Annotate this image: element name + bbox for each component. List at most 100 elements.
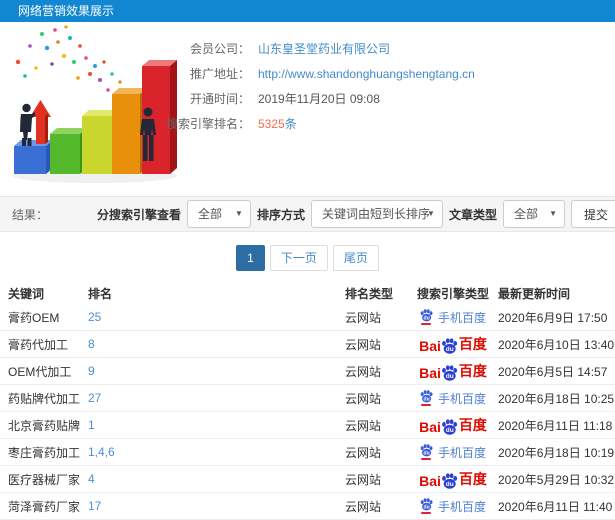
table-row: 菏泽膏药厂家 17 云网站 du 手机百度 2020年6月11日 11:40 [0,493,615,520]
baidu-logo-latin: Bai [419,338,441,354]
engine-cell: du 手机百度 Bai du 百度 [408,390,498,407]
header-rank-type: 排名类型 [345,287,394,301]
submit-button[interactable]: 提交 [570,200,615,228]
page-title: 网络营销效果展示 [18,4,115,18]
company-link[interactable]: 山东皇圣堂药业有限公司 [258,40,390,59]
table-row: OEM代加工 9 云网站 du 手机百度 [0,358,615,385]
filter-controls: 分搜索引擎查看 全部 ▼ 排序方式 关键词由短到长排序 ▼ 文章类型 全部 ▼ … [97,200,615,228]
rank-link[interactable]: 1 [88,418,95,432]
page-1-button[interactable]: 1 [236,245,265,271]
table-row: 北京膏药贴牌 1 云网站 du 手机百度 [0,412,615,439]
info-row-open-time: 开通时间： 2019年11月20日 09:08 [0,90,615,109]
baidu-paw-icon: du [420,444,433,460]
svg-text:du: du [424,504,430,510]
paw-underline [421,512,432,514]
baidu-logo: Bai du 百度 [419,361,487,381]
engine-cell: du 手机百度 Bai du 百度 [408,444,498,461]
keyword-cell: 北京膏药贴牌 [8,418,81,433]
article-type-select-value: 全部 [513,207,538,221]
svg-text:du: du [446,373,454,380]
rank-link[interactable]: 9 [88,364,95,378]
header-keyword: 关键词 [8,287,45,301]
company-label: 会员公司： [189,42,250,56]
sort-select[interactable]: 关键词由短到长排序 ▼ [310,200,443,228]
updated-cell: 2020年6月10日 13:40 [498,337,615,352]
engine-cell: du 手机百度 Bai du 百度 [408,469,498,489]
engine-cell: du 手机百度 Bai du 百度 [408,334,498,354]
rank-count-suffix: 条 [284,117,297,131]
rank-link[interactable]: 27 [88,391,101,405]
rank-link[interactable]: 1,4,6 [88,445,115,459]
mobile-baidu-icon: du 手机百度 [420,498,486,515]
baidu-logo-latin: Bai [419,473,441,489]
paw-underline [421,323,432,325]
updated-cell: 2020年5月29日 10:32 [498,472,615,487]
hero-section: 会员公司： 山东皇圣堂药业有限公司 推广地址： http://www.shand… [0,22,615,196]
updated-cell: 2020年6月5日 14:57 [498,364,608,379]
chevron-down-icon: ▼ [549,209,557,218]
baidu-logo-cn: 百度 [458,471,487,487]
promo-url-label: 推广地址： [189,67,250,81]
table-body: 膏药OEM 25 云网站 du 手机百度 2020年6月9日 17:50 膏药代… [0,304,615,520]
chevron-down-icon: ▼ [427,209,435,218]
keyword-cell: 医疗器械厂家 [8,472,81,487]
promo-url-link[interactable]: http://www.shandonghuangshengtang.cn [258,65,475,84]
mobile-baidu-label: 手机百度 [437,391,486,406]
header-rank: 排名 [88,287,113,301]
mobile-baidu-icon: du 手机百度 [420,444,486,461]
next-page-button[interactable]: 下一页 [269,245,328,271]
table-row: 药贴牌代加工 27 云网站 du 手机百度 2020年6月18日 10:25 [0,385,615,412]
rank-link[interactable]: 8 [88,337,95,351]
rank-type-cell: 云网站 [345,391,382,406]
keyword-cell: 菏泽膏药厂家 [8,499,81,514]
baidu-paw-icon: du [420,390,433,406]
keyword-rank-table: 关键词 排名 排名类型 搜索引擎类型 最新更新时间 膏药OEM 25 云网站 d… [0,284,615,520]
rank-count-label: 搜索引擎排名： [165,117,250,131]
svg-text:du: du [424,450,430,456]
last-page-button[interactable]: 尾页 [332,245,379,271]
table-row: 膏药OEM 25 云网站 du 手机百度 2020年6月9日 17:50 [0,304,615,331]
updated-cell: 2020年6月18日 10:25 [498,391,615,406]
engine-cell: du 手机百度 Bai du 百度 [408,309,498,326]
baidu-logo-latin: Bai [419,419,441,435]
info-row-url: 推广地址： http://www.shandonghuangshengtang.… [0,65,615,84]
bar-blue [14,140,53,174]
page: { "header": { "title": "网络营销效果展示" }, "in… [0,0,615,520]
rank-link[interactable]: 25 [88,310,101,324]
rank-link[interactable]: 4 [88,472,95,486]
paw-underline [421,404,432,406]
svg-text:du: du [424,315,430,321]
header-engine-type: 搜索引擎类型 [416,287,489,301]
open-time-label: 开通时间： [189,92,250,106]
baidu-logo: Bai du 百度 [419,415,487,435]
baidu-paw-icon: du [441,365,457,381]
mobile-baidu-label: 手机百度 [437,499,486,514]
baidu-paw-icon: du [441,419,457,435]
rank-type-cell: 云网站 [345,472,382,487]
baidu-logo-cn: 百度 [458,417,487,433]
rank-link[interactable]: 17 [88,499,101,513]
info-row-company: 会员公司： 山东皇圣堂药业有限公司 [0,40,615,59]
keyword-cell: 膏药OEM [8,310,60,325]
keyword-cell: OEM代加工 [8,364,72,379]
engine-select[interactable]: 全部 ▼ [186,200,251,228]
header-updated: 最新更新时间 [498,287,571,301]
rank-count-value: 5325条 [258,117,297,131]
mobile-baidu-label: 手机百度 [437,310,486,325]
article-type-select[interactable]: 全部 ▼ [502,200,565,228]
sort-select-value: 关键词由短到长排序 [321,207,430,221]
rank-type-cell: 云网站 [345,364,382,379]
baidu-paw-icon: du [441,473,457,489]
chevron-down-icon: ▼ [235,209,243,218]
svg-text:du: du [446,481,454,488]
updated-cell: 2020年6月18日 10:19 [498,445,615,460]
table-row: 膏药代加工 8 云网站 du 手机百度 [0,331,615,358]
result-label: 结果： [12,207,49,222]
keyword-cell: 枣庄膏药加工 [8,445,81,460]
engine-cell: du 手机百度 Bai du 百度 [408,361,498,381]
table-header-row: 关键词 排名 排名类型 搜索引擎类型 最新更新时间 [0,284,615,304]
baidu-logo: Bai du 百度 [419,469,487,489]
mobile-baidu-label: 手机百度 [437,445,486,460]
keyword-cell: 药贴牌代加工 [8,391,81,406]
article-type-label: 文章类型 [448,207,497,222]
